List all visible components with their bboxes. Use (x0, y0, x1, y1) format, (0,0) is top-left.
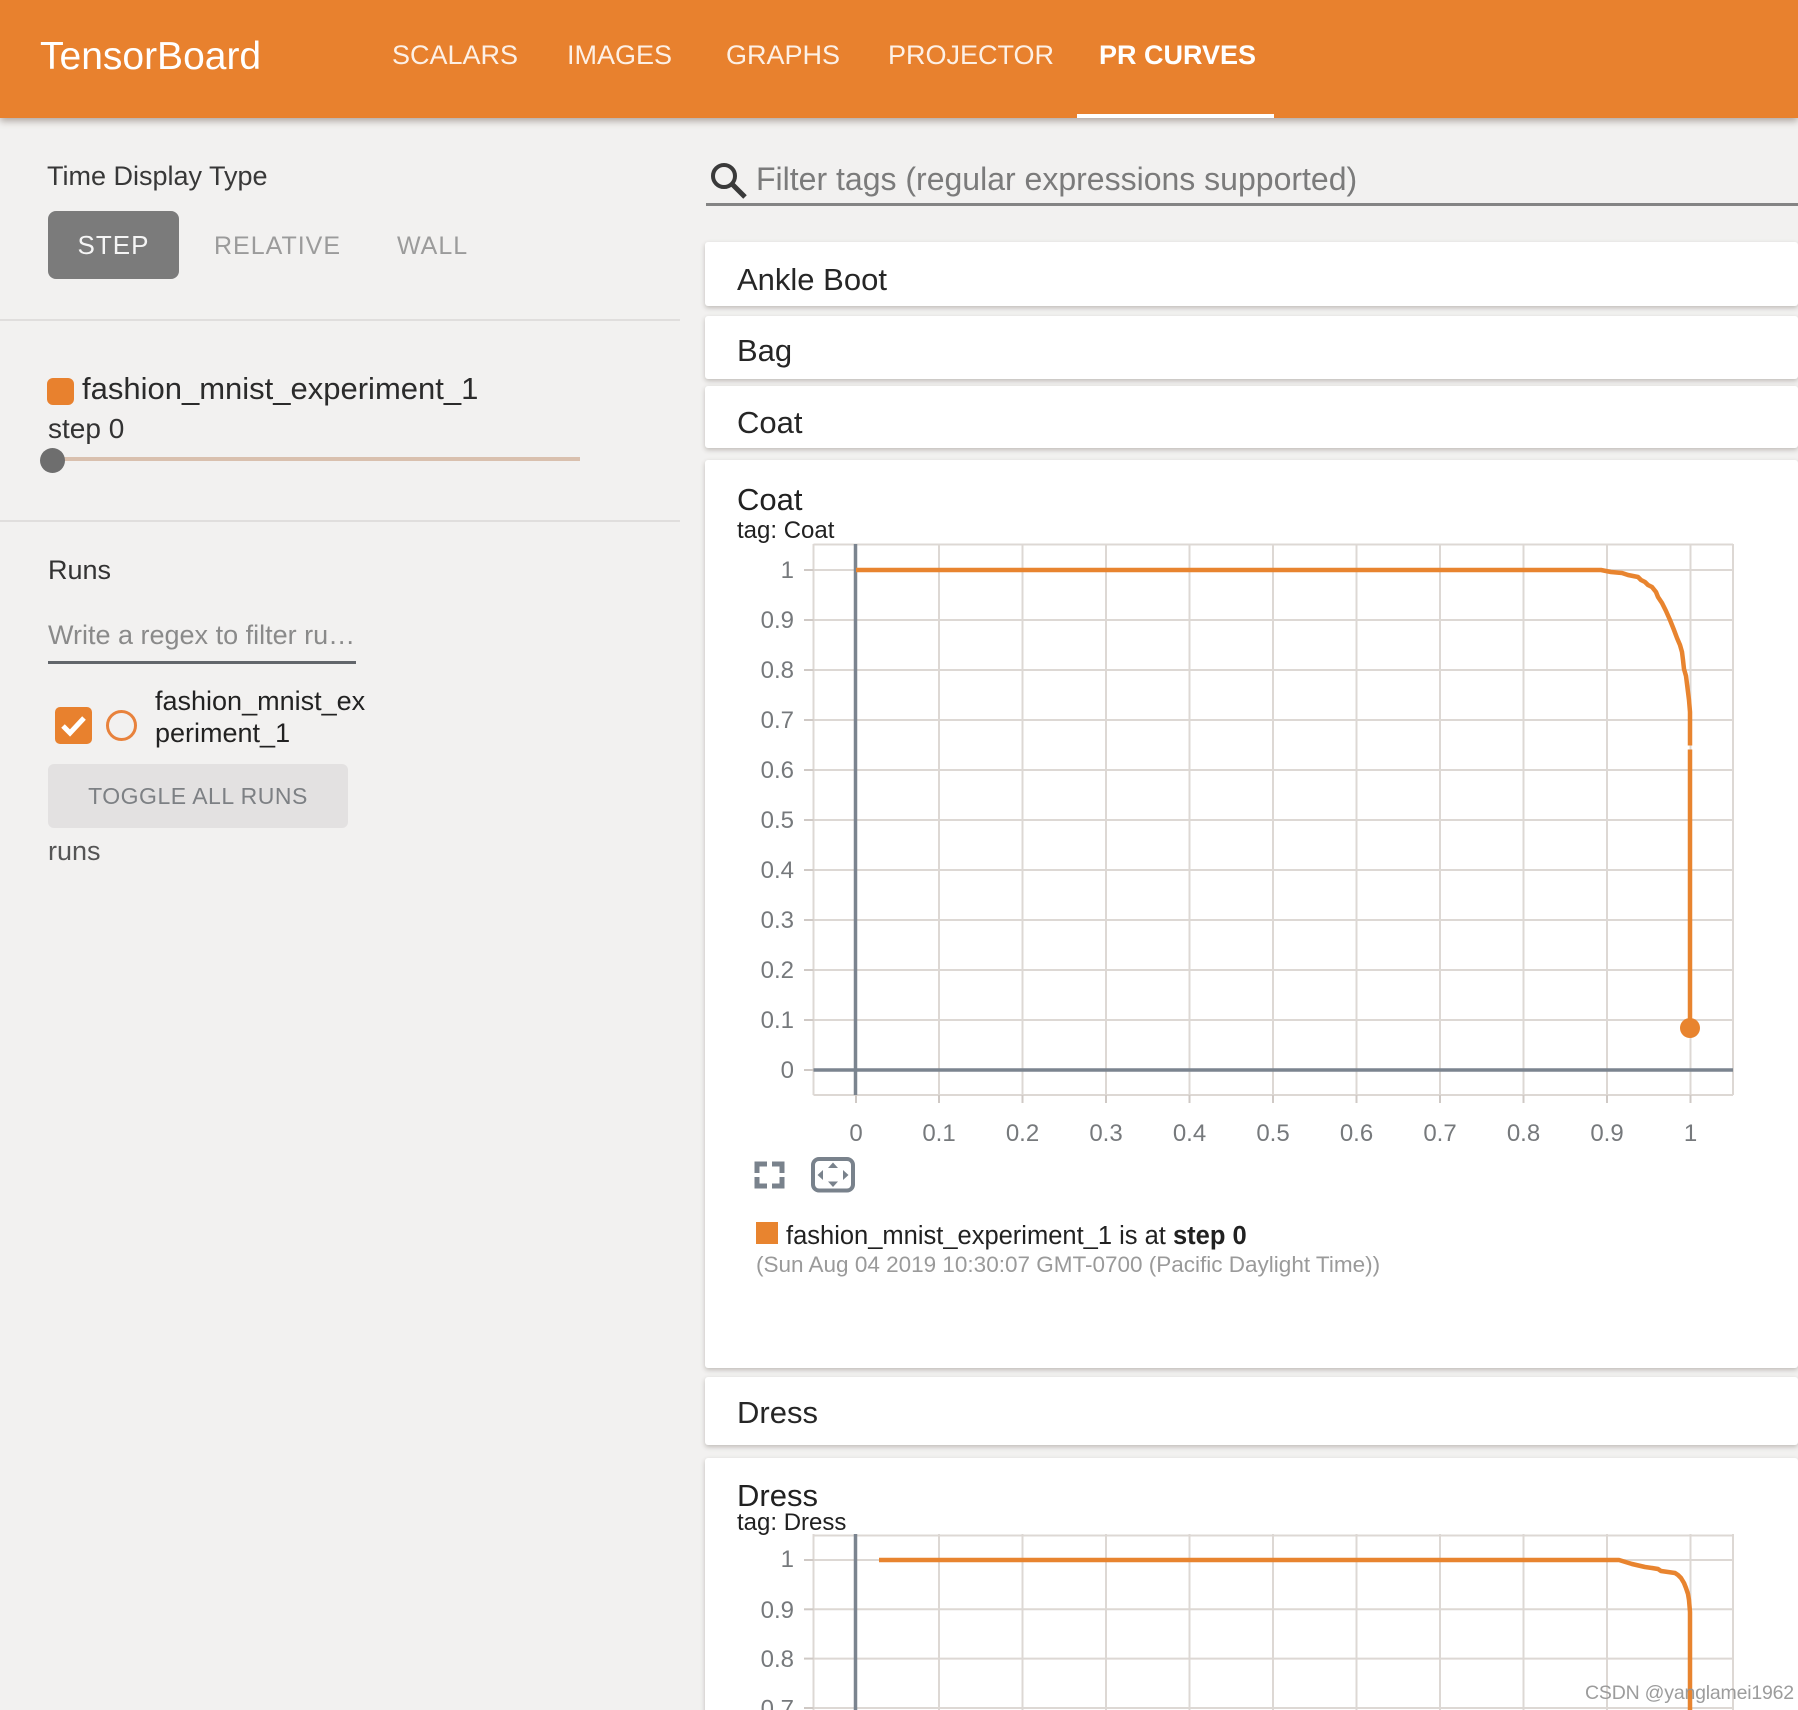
svg-text:0.9: 0.9 (761, 607, 794, 634)
svg-text:0.1: 0.1 (761, 1007, 794, 1034)
svg-text:0.4: 0.4 (761, 857, 794, 884)
svg-text:1: 1 (781, 1546, 794, 1573)
svg-text:0.8: 0.8 (1507, 1120, 1540, 1147)
svg-text:(Sun Aug 04 2019 10:30:07 GMT-: (Sun Aug 04 2019 10:30:07 GMT-0700 (Paci… (756, 1252, 1380, 1277)
svg-text:1: 1 (1684, 1120, 1697, 1147)
svg-text:0.9: 0.9 (761, 1597, 794, 1624)
svg-text:fashion_mnist_experiment_1 is: fashion_mnist_experiment_1 is at step 0 (786, 1222, 1247, 1250)
svg-text:0: 0 (781, 1057, 794, 1084)
svg-text:0: 0 (849, 1120, 862, 1147)
svg-text:0.3: 0.3 (1089, 1120, 1122, 1147)
svg-text:0.4: 0.4 (1173, 1120, 1206, 1147)
svg-text:0.5: 0.5 (761, 807, 794, 834)
svg-text:0.2: 0.2 (761, 957, 794, 984)
svg-text:0.8: 0.8 (761, 657, 794, 684)
svg-text:0.7: 0.7 (761, 1695, 794, 1710)
svg-text:0.3: 0.3 (761, 907, 794, 934)
svg-text:0.7: 0.7 (761, 707, 794, 734)
svg-text:0.9: 0.9 (1590, 1120, 1623, 1147)
svg-text:0.6: 0.6 (1340, 1120, 1373, 1147)
svg-text:0.8: 0.8 (761, 1646, 794, 1673)
svg-text:0.2: 0.2 (1006, 1120, 1039, 1147)
svg-text:0.1: 0.1 (922, 1120, 955, 1147)
svg-text:0.5: 0.5 (1256, 1120, 1289, 1147)
svg-text:1: 1 (781, 557, 794, 584)
svg-text:0.7: 0.7 (1423, 1120, 1456, 1147)
svg-text:0.6: 0.6 (761, 757, 794, 784)
